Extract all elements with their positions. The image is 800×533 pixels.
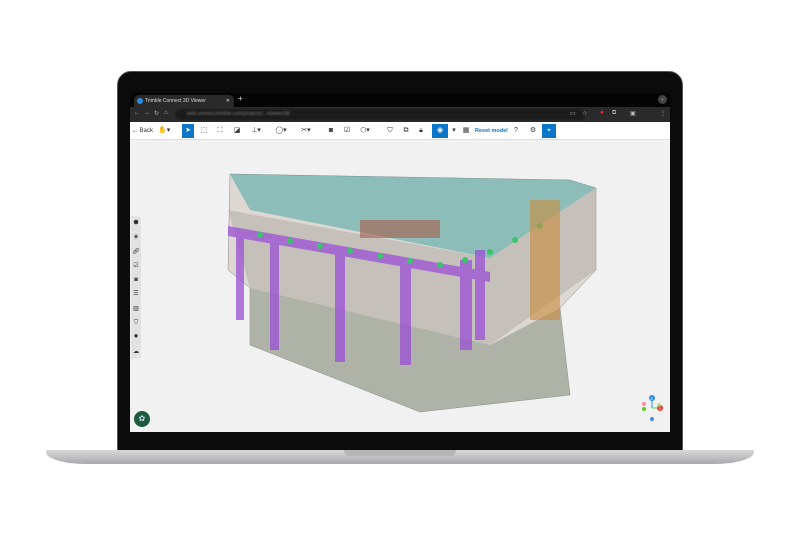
left-sidebar: ⬢ ◈ 🔗︎ ☑ ◙ ☰ ▥ ⛉ ✹ ☁ — [131, 216, 141, 359]
section-box-icon[interactable]: ⛉ — [384, 124, 396, 138]
shape-icon[interactable]: ◯▾ — [275, 124, 287, 138]
clash-icon[interactable]: ⛉ — [131, 316, 141, 330]
reset-model-button[interactable]: Reset model — [475, 124, 508, 138]
browser-tab[interactable]: Trimble Connect 3D Viewer ✕ — [134, 95, 234, 107]
tab-title: Trimble Connect 3D Viewer — [145, 98, 206, 104]
cube-view-icon[interactable]: ⬡▾ — [359, 124, 371, 138]
back-icon[interactable]: ← — [134, 110, 140, 116]
scaffold — [530, 200, 560, 320]
3d-viewport[interactable]: ⬢ ◈ 🔗︎ ☑ ◙ ☰ ▥ ⛉ ✹ ☁ ✿ Z X — [130, 140, 670, 432]
viewer-toolbar: ← Back ✋▾ ➤ ⬚ ⛶ ◪ ⊥▾ ◯▾ ✂▾ ◙ ☑ ⬡▾ ⛉ ⧉ 🔒︎… — [130, 122, 670, 140]
tab-bar: Trimble Connect 3D Viewer ✕ + ⌄ — [130, 93, 670, 107]
objects-icon[interactable]: ⬢ — [131, 216, 141, 230]
sidepanel-icon[interactable]: ▣ — [630, 110, 636, 117]
fullscreen-icon[interactable]: ⌖ — [542, 124, 556, 138]
settings-icon[interactable]: ⚙ — [527, 124, 539, 138]
link-icon[interactable]: 🔗︎ — [131, 245, 141, 259]
todo-icon[interactable]: ☑ — [341, 124, 353, 138]
back-button[interactable]: ← Back — [132, 124, 153, 138]
select-icon[interactable]: ➤ — [182, 124, 194, 138]
browser-window: Trimble Connect 3D Viewer ✕ + ⌄ ← → ↻ ⌂ w… — [130, 93, 670, 432]
camera-icon[interactable]: ◙ — [131, 273, 141, 287]
menu-icon[interactable]: ⋮ — [660, 110, 666, 117]
fit-icon[interactable]: ⛶ — [214, 124, 226, 138]
extensions-icon[interactable]: ⧉ — [612, 110, 616, 117]
sheets-icon[interactable]: ▥ — [131, 302, 141, 316]
star-icon[interactable]: ☆ — [582, 110, 587, 117]
url-input[interactable]: web.connect.trimble.com/projects/.../vie… — [175, 109, 585, 120]
compare-icon[interactable]: ⧉ — [400, 124, 412, 138]
layers-icon[interactable]: ◈ — [131, 230, 141, 244]
visibility-icon[interactable]: ◉ — [432, 124, 448, 138]
measure-icon[interactable]: ⊥▾ — [250, 124, 262, 138]
trimble-app-logo[interactable]: ✿ — [134, 411, 150, 427]
x-axis-label: X — [659, 406, 662, 411]
trimble-favicon-icon — [137, 98, 143, 104]
cast-icon[interactable]: ▭ — [570, 110, 576, 117]
markup-icon[interactable]: ◪ — [231, 124, 243, 138]
todo-icon[interactable]: ☑ — [131, 259, 141, 273]
axis-gizmo[interactable]: Z X — [640, 392, 664, 424]
extension-icon[interactable]: ● — [600, 110, 604, 116]
cloud-icon[interactable]: ☁ — [131, 345, 141, 359]
calculator-icon[interactable]: ▦ — [460, 124, 472, 138]
reload-icon[interactable]: ↻ — [154, 110, 159, 117]
new-tab-button[interactable]: + — [238, 94, 243, 103]
settings-icon[interactable]: ✹ — [131, 330, 141, 344]
building-model[interactable] — [130, 140, 670, 432]
home-icon[interactable]: ⌂ — [164, 110, 168, 116]
tab-menu-icon[interactable]: ⌄ — [658, 95, 667, 104]
snapshot-icon[interactable]: ◙ — [325, 124, 337, 138]
lock-icon[interactable]: 🔒︎ — [415, 124, 427, 138]
visibility-dropdown[interactable]: ▾ — [448, 124, 460, 138]
box-select-icon[interactable]: ⬚ — [198, 124, 210, 138]
address-bar: ← → ↻ ⌂ web.connect.trimble.com/projects… — [130, 107, 670, 122]
help-icon[interactable]: ? — [510, 124, 522, 138]
equipment — [360, 220, 440, 238]
pan-icon[interactable]: ✋▾ — [158, 124, 170, 138]
laptop-notch — [344, 450, 456, 456]
properties-icon[interactable]: ☰ — [131, 287, 141, 301]
back-label: Back — [139, 128, 154, 134]
forward-icon[interactable]: → — [144, 110, 150, 116]
close-tab-icon[interactable]: ✕ — [226, 95, 230, 107]
section-cut-icon[interactable]: ✂▾ — [300, 124, 312, 138]
